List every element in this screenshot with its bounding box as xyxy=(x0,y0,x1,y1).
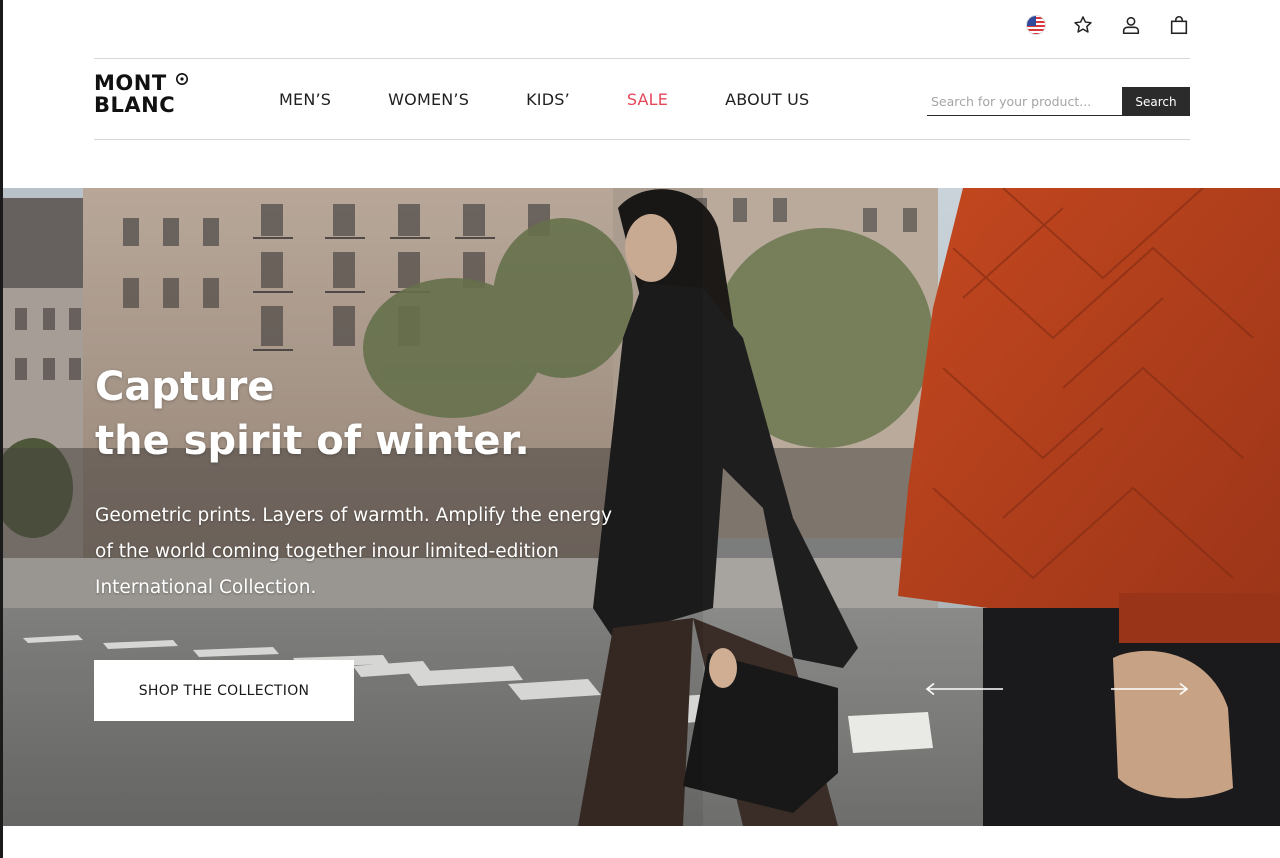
search-bar: Search xyxy=(927,87,1190,116)
arrow-right-icon[interactable] xyxy=(1109,682,1189,696)
hero-subtitle-line-1: Geometric prints. Layers of warmth. Ampl… xyxy=(95,505,613,526)
header-divider-top xyxy=(94,58,1190,59)
hero-title-line-1: Capture xyxy=(95,364,275,410)
nav-item-kids[interactable]: KIDS’ xyxy=(526,90,570,109)
main-nav: MEN’S WOMEN’S KIDS’ SALE ABOUT US xyxy=(279,90,809,109)
hero-subtitle: Geometric prints. Layers of warmth. Ampl… xyxy=(95,498,695,606)
star-icon[interactable] xyxy=(1072,14,1094,36)
nav-item-mens[interactable]: MEN’S xyxy=(279,90,331,109)
nav-item-womens[interactable]: WOMEN’S xyxy=(388,90,469,109)
search-input[interactable] xyxy=(927,87,1122,116)
hero-title: Capture the spirit of winter. xyxy=(95,360,530,468)
bag-icon[interactable] xyxy=(1168,14,1190,36)
arrow-left-icon[interactable] xyxy=(925,682,1005,696)
us-flag-icon[interactable] xyxy=(1026,15,1046,35)
user-icon[interactable] xyxy=(1120,14,1142,36)
hero-subtitle-line-2: of the world coming together inour limit… xyxy=(95,541,559,562)
utility-bar xyxy=(1026,14,1190,36)
shop-the-collection-button[interactable]: SHOP THE COLLECTION xyxy=(94,660,354,721)
snowcap-emblem-icon xyxy=(176,73,188,85)
search-button[interactable]: Search xyxy=(1122,87,1190,116)
hero-subtitle-line-3: International Collection. xyxy=(95,577,317,598)
brand-line-2: BLANC xyxy=(94,93,176,117)
hero-banner: Capture the spirit of winter. Geometric … xyxy=(3,188,1280,826)
hero-title-line-2: the spirit of winter. xyxy=(95,418,530,464)
nav-item-about-us[interactable]: ABOUT US xyxy=(725,90,809,109)
brand-logo[interactable]: MONT BLANC xyxy=(94,72,194,126)
nav-item-sale[interactable]: SALE xyxy=(627,90,668,109)
header-divider-bottom xyxy=(94,139,1190,140)
